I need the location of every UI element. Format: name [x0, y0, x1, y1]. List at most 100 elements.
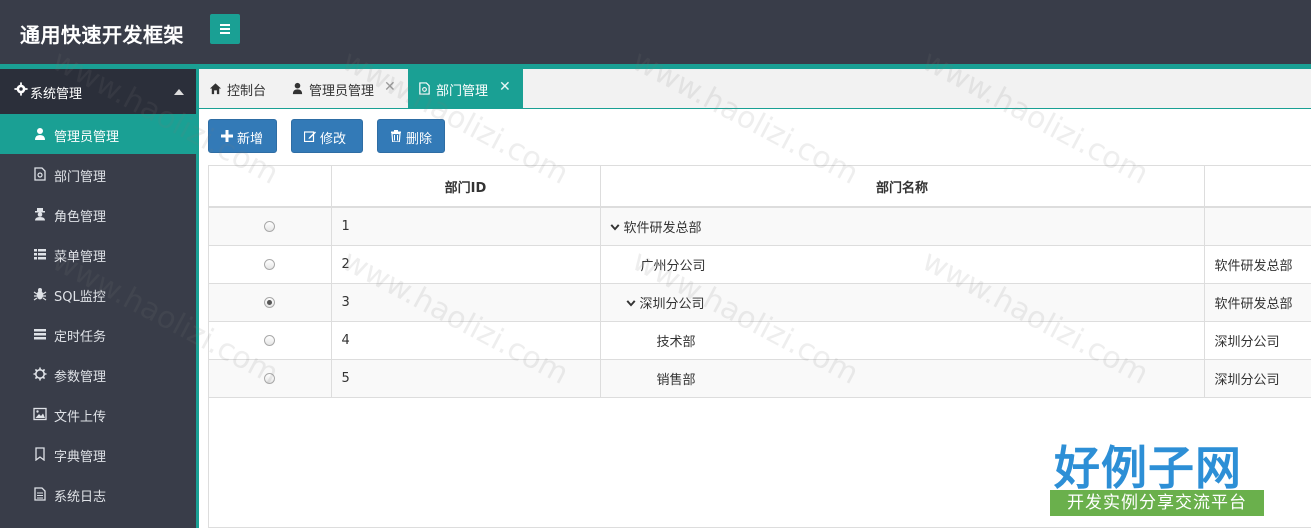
sidebar-item-label: 定时任务 — [54, 330, 107, 345]
sidebar-item-label: 系统日志 — [54, 490, 107, 505]
sidebar: 系统管理 管理员管理 部门管理 角色管理 菜单管理 SQL监控 定时任务 参数管… — [0, 69, 196, 528]
top-header: 通用快速开发框架 — [0, 0, 1311, 64]
chevron-down-icon[interactable] — [626, 299, 636, 309]
dept-id-cell: 1 — [331, 207, 601, 246]
sidebar-item-role[interactable]: 角色管理 — [0, 194, 196, 234]
table-row[interactable]: 1 软件研发总部 — [209, 207, 1311, 246]
parent-dept-cell: 深圳分公司 — [1204, 321, 1311, 360]
row-select-cell — [209, 321, 332, 360]
dept-name-cell: 技术部 — [600, 321, 1205, 360]
column-header-parent — [1204, 166, 1311, 208]
row-radio[interactable] — [264, 372, 276, 384]
sidebar-item-label: 菜单管理 — [54, 250, 107, 265]
column-header-id[interactable]: 部门ID — [331, 166, 601, 208]
row-radio[interactable] — [264, 296, 276, 308]
dept-id-cell: 2 — [331, 245, 601, 284]
dept-name-text: 软件研发总部 — [623, 220, 702, 236]
hamburger-icon — [220, 24, 230, 26]
chevron-down-icon[interactable] — [610, 223, 620, 233]
sidebar-item-label: 参数管理 — [54, 370, 107, 385]
row-radio[interactable] — [264, 334, 276, 346]
edit-icon — [304, 131, 316, 142]
user-secret-icon — [35, 208, 45, 221]
dept-name-wrap: 深圳分公司 — [626, 293, 705, 312]
home-icon — [209, 83, 222, 95]
dept-name-text: 销售部 — [656, 372, 696, 388]
sidebar-section-label: 系统管理 — [30, 87, 83, 102]
tab-admin[interactable]: 管理员管理 ✕ — [281, 69, 408, 108]
row-radio[interactable] — [264, 220, 276, 232]
gear-icon — [14, 82, 28, 96]
delete-button[interactable]: 删除 — [377, 119, 445, 153]
parent-dept-cell — [1204, 207, 1311, 246]
row-select-cell — [209, 207, 332, 246]
file-icon — [34, 167, 46, 181]
sidebar-item-dict[interactable]: 字典管理 — [0, 434, 196, 474]
delete-button-label: 删除 — [406, 131, 433, 146]
close-icon[interactable]: ✕ — [384, 79, 396, 95]
dept-name-cell: 软件研发总部 — [600, 207, 1205, 246]
logo-subtitle: 开发实例分享交流平台 — [1050, 490, 1264, 516]
row-radio[interactable] — [264, 258, 276, 270]
sidebar-item-label: 管理员管理 — [54, 130, 120, 145]
user-icon — [292, 82, 303, 95]
sidebar-item-schedule[interactable]: 定时任务 — [0, 314, 196, 354]
edit-button[interactable]: 修改 — [291, 119, 363, 153]
user-icon — [35, 128, 45, 140]
dept-name-text: 深圳分公司 — [639, 296, 705, 312]
plus-icon — [221, 130, 233, 142]
parent-dept-cell: 软件研发总部 — [1204, 283, 1311, 322]
sidebar-item-label: 角色管理 — [54, 210, 107, 225]
hamburger-icon-bar — [220, 32, 230, 34]
logo-title: 好例子网 — [1054, 441, 1242, 495]
sidebar-section-system[interactable]: 系统管理 — [0, 69, 196, 114]
sidebar-item-params[interactable]: 参数管理 — [0, 354, 196, 394]
sidebar-item-sql[interactable]: SQL监控 — [0, 274, 196, 314]
parent-dept-cell: 软件研发总部 — [1204, 245, 1311, 284]
dept-name-cell: 深圳分公司 — [600, 283, 1205, 322]
dept-id-cell: 3 — [331, 283, 601, 322]
add-button[interactable]: 新增 — [208, 119, 277, 153]
tasks-icon — [34, 329, 46, 340]
column-header-name[interactable]: 部门名称 — [600, 166, 1205, 208]
parent-dept-cell: 深圳分公司 — [1204, 359, 1311, 398]
file-icon — [419, 82, 430, 95]
sidebar-item-department[interactable]: 部门管理 — [0, 154, 196, 194]
caret-up-icon — [174, 89, 184, 95]
dept-name-wrap: 广州分公司 — [641, 255, 706, 274]
menu-toggle-button[interactable] — [210, 14, 240, 44]
add-button-label: 新增 — [237, 131, 264, 146]
hamburger-icon-bar — [220, 28, 230, 30]
table-row[interactable]: 3 深圳分公司 软件研发总部 — [209, 283, 1311, 322]
file-text-icon — [34, 487, 46, 501]
tab-department[interactable]: 部门管理 ✕ — [408, 69, 523, 108]
sidebar-item-label: 字典管理 — [54, 450, 107, 465]
tab-label: 控制台 — [227, 84, 267, 99]
close-icon[interactable]: ✕ — [499, 79, 511, 95]
row-select-cell — [209, 359, 332, 398]
list-icon — [34, 249, 46, 260]
table-row[interactable]: 2 广州分公司 软件研发总部 — [209, 245, 1311, 284]
table-row[interactable]: 4 技术部 深圳分公司 — [209, 321, 1311, 360]
tab-console[interactable]: 控制台 — [199, 69, 281, 108]
site-logo: 好例子网 开发实例分享交流平台 — [1048, 432, 1266, 522]
dept-name-text: 技术部 — [656, 334, 696, 350]
table-row[interactable]: 5 销售部 深圳分公司 — [209, 359, 1311, 398]
dept-name-wrap: 技术部 — [657, 331, 696, 350]
tab-label: 部门管理 — [436, 84, 489, 99]
row-select-cell — [209, 283, 332, 322]
sidebar-item-menu[interactable]: 菜单管理 — [0, 234, 196, 274]
sidebar-item-label: SQL监控 — [54, 290, 106, 305]
sidebar-item-log[interactable]: 系统日志 — [0, 474, 196, 514]
bug-icon — [33, 288, 47, 301]
row-select-cell — [209, 245, 332, 284]
column-header-select — [209, 166, 332, 208]
table-header-row: 部门ID 部门名称 — [209, 166, 1311, 208]
sidebar-item-admin[interactable]: 管理员管理 — [0, 114, 196, 154]
sidebar-item-upload[interactable]: 文件上传 — [0, 394, 196, 434]
edit-button-label: 修改 — [320, 131, 347, 146]
trash-icon — [391, 130, 401, 142]
sidebar-item-label: 文件上传 — [54, 410, 107, 425]
dept-name-cell: 广州分公司 — [600, 245, 1205, 284]
cog-icon — [33, 367, 47, 381]
